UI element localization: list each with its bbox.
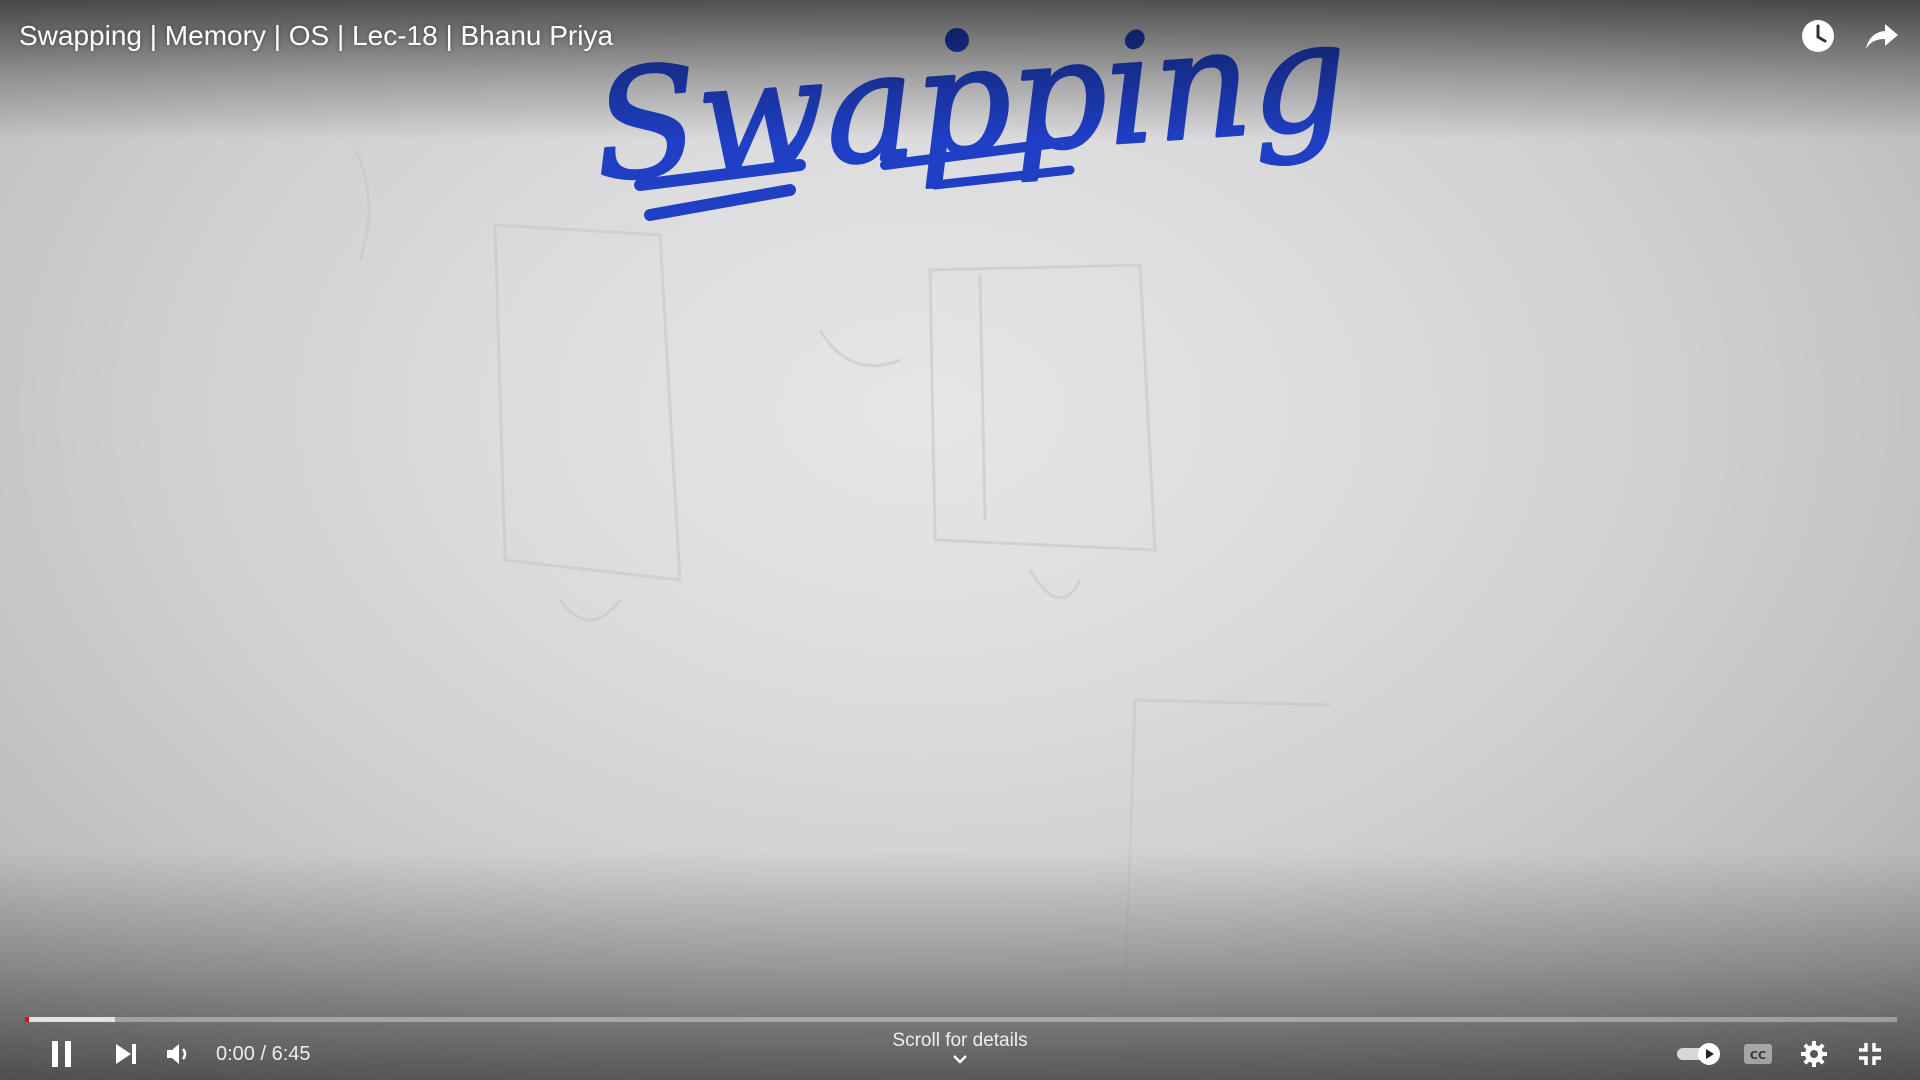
cc-icon: CC [1744, 1044, 1772, 1064]
video-frame[interactable]: Swapping [0, 0, 1920, 1080]
faint-board-marks [353, 149, 1331, 1001]
exit-fullscreen-icon [1859, 1043, 1881, 1065]
scroll-hint-label: Scroll for details [892, 1030, 1028, 1051]
clock-icon [1802, 20, 1834, 52]
settings-button[interactable] [1792, 1030, 1836, 1078]
progress-bar[interactable] [25, 1017, 1897, 1022]
autoplay-toggle[interactable] [1672, 1030, 1726, 1078]
time-display: 0:00 / 6:45 [216, 1042, 311, 1065]
top-actions [1798, 16, 1902, 56]
swapping-handwriting: Swapping [588, 0, 1354, 221]
pause-icon [52, 1041, 71, 1067]
volume-button[interactable] [158, 1030, 198, 1078]
captions-button[interactable]: CC [1738, 1030, 1778, 1078]
chevron-down-icon [953, 1055, 967, 1064]
volume-icon [167, 1044, 187, 1064]
next-icon [116, 1044, 136, 1064]
share-button[interactable] [1862, 16, 1902, 56]
video-player[interactable]: Swapping Swapping | Memory | OS | Lec-18… [0, 0, 1920, 1080]
gear-icon [1801, 1041, 1827, 1067]
svg-text:CC: CC [1750, 1049, 1766, 1062]
progress-buffered [25, 1017, 115, 1022]
exit-fullscreen-button[interactable] [1848, 1030, 1892, 1078]
progress-played [25, 1017, 29, 1022]
watch-later-button[interactable] [1798, 16, 1838, 56]
pause-button[interactable] [40, 1030, 84, 1078]
scroll-for-details[interactable]: Scroll for details [860, 1030, 1060, 1064]
autoplay-toggle-icon [1677, 1043, 1720, 1065]
video-title[interactable]: Swapping | Memory | OS | Lec-18 | Bhanu … [19, 18, 613, 54]
share-arrow-icon [1866, 24, 1898, 49]
next-button[interactable] [104, 1030, 148, 1078]
